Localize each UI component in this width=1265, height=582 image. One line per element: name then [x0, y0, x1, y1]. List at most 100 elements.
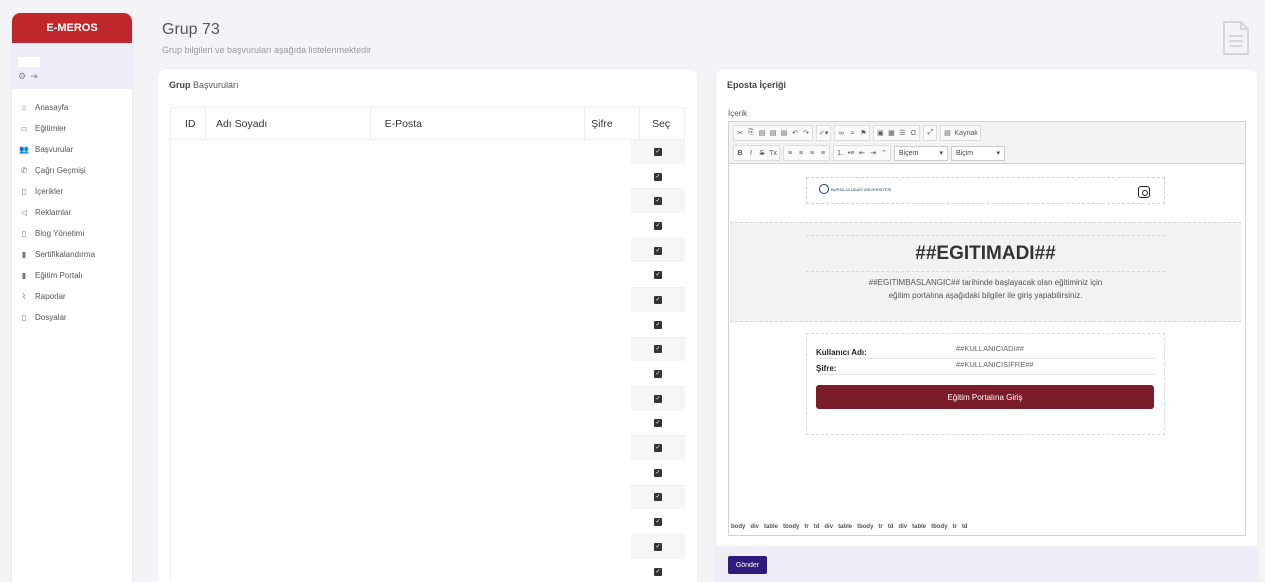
select-cell: ✓	[631, 559, 685, 582]
indent-icon[interactable]: ⇥	[869, 149, 877, 157]
select-checkbox[interactable]: ✓	[654, 320, 662, 329]
path-item[interactable]: table	[912, 524, 926, 530]
path-item[interactable]: div	[898, 524, 907, 530]
spellcheck-icon[interactable]: ✓▾	[819, 129, 828, 137]
portal-login-button[interactable]: Eğitim Portalına Giriş	[816, 385, 1154, 409]
path-item[interactable]: div	[750, 524, 759, 530]
sidebar-item[interactable]: ▭ Eğitimler	[12, 118, 132, 139]
bullet-list-icon[interactable]: •≡	[847, 150, 855, 157]
source-button[interactable]: Kaynak	[954, 130, 977, 137]
sidebar-item[interactable]: ◁ Reklamlar	[12, 202, 132, 223]
select-checkbox[interactable]: ✓	[654, 345, 662, 354]
username-row: Kullanıcı Adı: ##KULLANICIADI##	[816, 344, 1156, 359]
anchor-icon[interactable]: ⚑	[859, 129, 867, 137]
page-subtitle: Grup bilgileri ve başvuruları aşağıda li…	[162, 45, 372, 55]
select-checkbox[interactable]: ✓	[654, 370, 662, 379]
copy-icon[interactable]: ⎘	[747, 129, 755, 137]
select-checkbox[interactable]: ✓	[654, 246, 662, 255]
align-right-icon[interactable]: ≡	[808, 150, 816, 157]
blockquote-icon[interactable]: ”	[880, 150, 888, 157]
sidebar-item[interactable]: ✆ Çağrı Geçmişi	[12, 160, 132, 181]
select-cell: ✓	[631, 263, 685, 289]
path-item[interactable]: tr	[878, 524, 882, 530]
path-item[interactable]: tbody	[857, 524, 873, 530]
editor-content[interactable]: BURSA ULUDAĞ ÜNİVERSİTESİ ##EGITIMADI## …	[730, 165, 1241, 523]
path-item[interactable]: table	[764, 524, 778, 530]
sidebar-item[interactable]: ▯ Dosyalar	[12, 307, 132, 328]
path-item[interactable]: td	[888, 524, 894, 530]
bold-icon[interactable]: B	[736, 150, 744, 157]
select-checkbox[interactable]: ✓	[654, 271, 662, 280]
redo-icon[interactable]: ↷	[802, 129, 810, 137]
column-id[interactable]: ID	[171, 108, 206, 139]
select-checkbox[interactable]: ✓	[654, 542, 662, 551]
select-checkbox[interactable]: ✓	[654, 221, 662, 230]
special-char-icon[interactable]: Ω	[909, 130, 917, 137]
path-item[interactable]: td	[962, 524, 968, 530]
gear-icon[interactable]: ⚙	[18, 71, 26, 82]
outdent-icon[interactable]: ⇤	[858, 149, 866, 157]
path-item[interactable]: body	[731, 524, 745, 530]
paste-word-icon[interactable]: ▤	[780, 129, 788, 137]
paste-icon[interactable]: ▤	[758, 129, 766, 137]
page-title: Grup 73	[162, 21, 220, 38]
column-select[interactable]: Seç	[640, 108, 685, 139]
select-checkbox[interactable]: ✓	[654, 468, 662, 477]
link-icon[interactable]: ∞	[837, 130, 845, 137]
source-icon[interactable]: ▤	[943, 129, 951, 137]
sidebar-item[interactable]: ⌇ Raporlar	[12, 286, 132, 307]
align-left-icon[interactable]: ≡	[786, 150, 794, 157]
path-item[interactable]: tbody	[931, 524, 947, 530]
table-row: ✓	[171, 337, 685, 363]
undo-icon[interactable]: ↶	[791, 129, 799, 137]
italic-icon[interactable]: I	[747, 150, 755, 157]
send-button[interactable]: Gönder	[728, 556, 767, 574]
sidebar-item[interactable]: ▯ İçerikler	[12, 181, 132, 202]
sidebar-item[interactable]: ▯ Blog Yönetimi	[12, 223, 132, 244]
remove-format-icon[interactable]: Tx	[769, 150, 777, 157]
select-cell: ✓	[631, 337, 685, 363]
table-icon[interactable]: ▦	[887, 129, 895, 137]
numbered-list-icon[interactable]: ⒈	[836, 148, 844, 158]
image-icon[interactable]: ▣	[876, 129, 884, 137]
sidebar-item[interactable]: ⌂ Anasayfa	[12, 97, 132, 118]
maximize-icon[interactable]: ⤢	[926, 129, 934, 137]
select-cell: ✓	[631, 214, 685, 239]
path-item[interactable]: td	[814, 524, 820, 530]
select-checkbox[interactable]: ✓	[654, 419, 662, 428]
select-checkbox[interactable]: ✓	[654, 493, 662, 502]
sidebar-item[interactable]: ▮ Sertifikalandırma	[12, 244, 132, 265]
align-justify-icon[interactable]: ≡	[819, 150, 827, 157]
path-item[interactable]: tr	[952, 524, 956, 530]
select-checkbox[interactable]: ✓	[654, 394, 662, 403]
logout-icon[interactable]: ⇥	[30, 71, 38, 82]
rich-text-editor[interactable]: ✂ ⎘ ▤ ▤ ▤ ↶ ↷ ✓▾ ∞ ≈ ⚑ ▣ ▦ ☰ Ω ⤢ ▤ Kayna…	[728, 121, 1246, 536]
strike-icon[interactable]: S	[758, 150, 766, 157]
path-item[interactable]: table	[838, 524, 852, 530]
hr-icon[interactable]: ☰	[898, 129, 906, 137]
select-checkbox[interactable]: ✓	[654, 197, 662, 206]
select-checkbox[interactable]: ✓	[654, 444, 662, 453]
instagram-icon[interactable]	[1138, 186, 1150, 198]
sidebar-item[interactable]: 👥 Başvurular	[12, 139, 132, 160]
select-cell: ✓	[631, 189, 685, 215]
path-item[interactable]: tr	[804, 524, 808, 530]
select-checkbox[interactable]: ✓	[654, 295, 662, 304]
style-select[interactable]: Biçem ▾	[894, 145, 948, 161]
select-checkbox[interactable]: ✓	[654, 567, 662, 576]
select-checkbox[interactable]: ✓	[654, 518, 662, 527]
sidebar-item[interactable]: ▮ Eğitim Portalı	[12, 265, 132, 286]
select-checkbox[interactable]: ✓	[654, 147, 662, 156]
select-checkbox[interactable]: ✓	[654, 172, 662, 181]
format-select[interactable]: Biçim ▾	[951, 145, 1005, 161]
column-password[interactable]: Şifre	[585, 108, 641, 139]
unlink-icon[interactable]: ≈	[848, 130, 856, 137]
align-center-icon[interactable]: ≡	[797, 150, 805, 157]
column-name[interactable]: Adı Soyadı	[206, 108, 371, 139]
path-item[interactable]: div	[824, 524, 833, 530]
paste-text-icon[interactable]: ▤	[769, 129, 777, 137]
brand-logo[interactable]: E-MEROS	[12, 13, 132, 43]
path-item[interactable]: tbody	[783, 524, 799, 530]
cut-icon[interactable]: ✂	[736, 129, 744, 137]
column-email[interactable]: E-Posta	[371, 108, 586, 139]
